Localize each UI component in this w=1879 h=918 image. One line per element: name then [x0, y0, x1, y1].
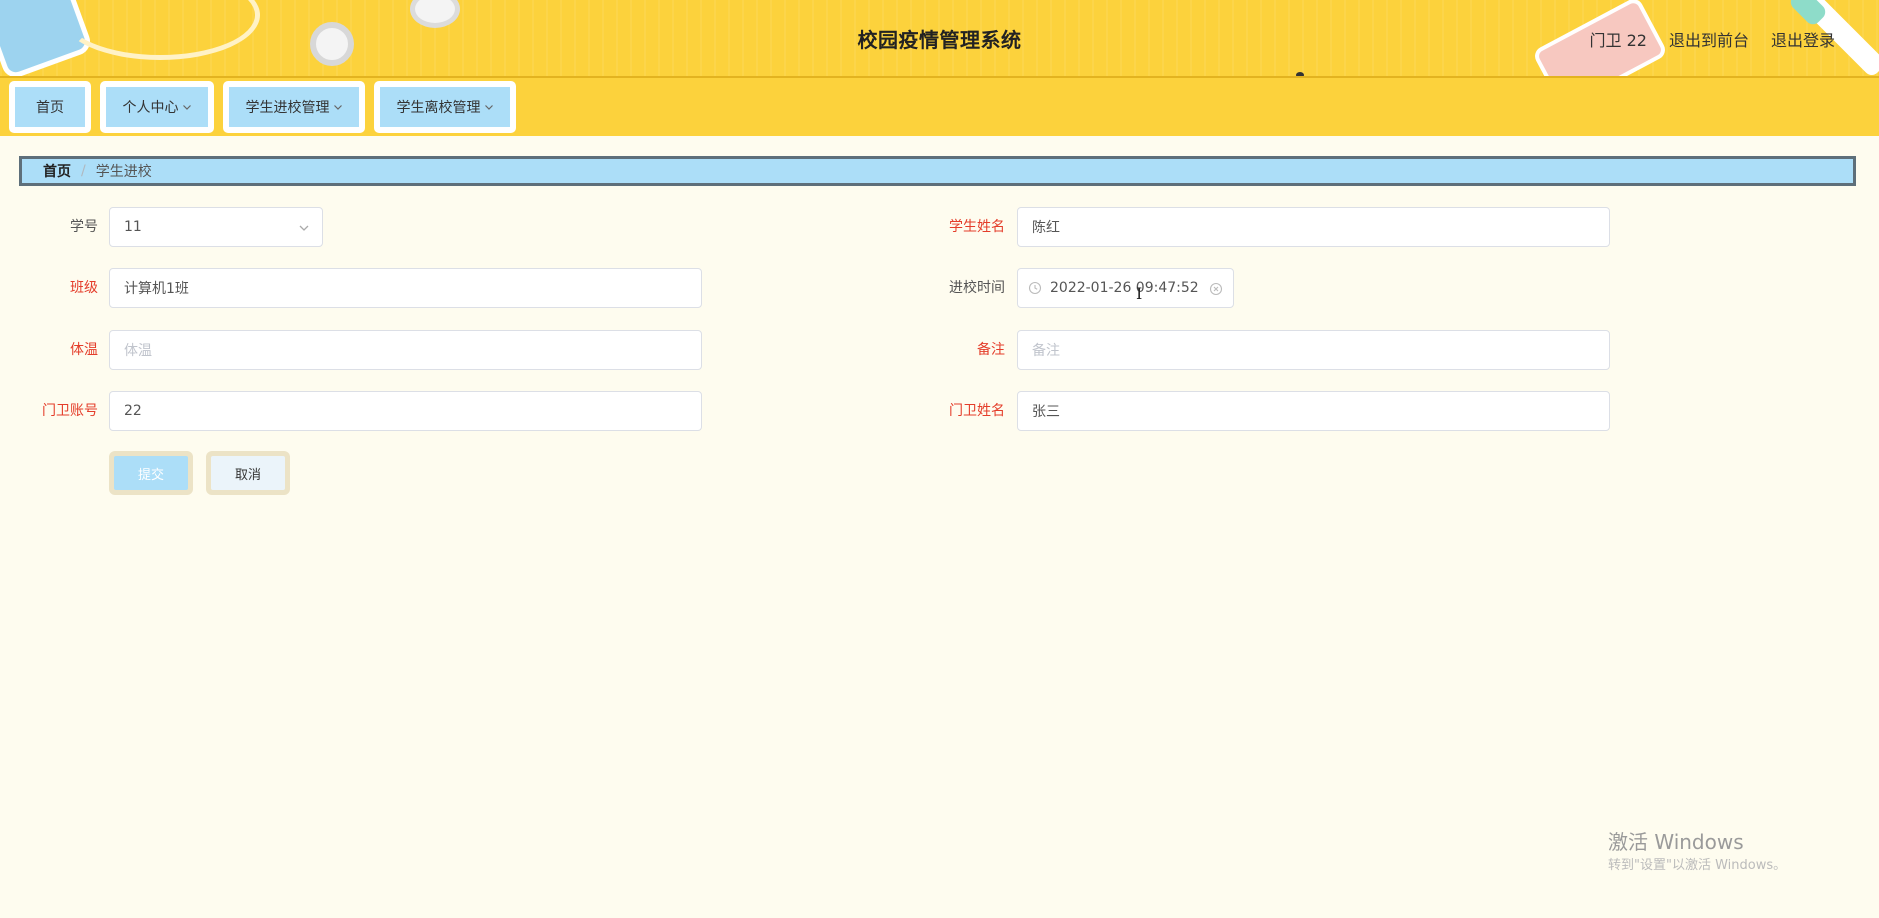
header-user-links: 门卫 22 退出到前台 退出登录 [1590, 27, 1835, 51]
temperature-label: 体温 [70, 342, 98, 358]
class-label: 班级 [70, 280, 98, 296]
main-nav: 首页 个人中心 学生进校管理 学生离校管理 [0, 78, 1879, 136]
cancel-button-wrapper: 取消 [206, 451, 290, 495]
guard-name-input[interactable]: 张三 [1017, 391, 1610, 431]
remark-label: 备注 [977, 342, 1005, 358]
nav-item-home-inner: 首页 [15, 87, 85, 127]
remark-input[interactable]: 备注 [1017, 330, 1610, 370]
cancel-button[interactable]: 取消 [211, 456, 285, 490]
temperature-input[interactable]: 体温 [109, 330, 702, 370]
nav-item-personal-center[interactable]: 个人中心 [100, 81, 214, 133]
nav-item-student-entry-management-inner: 学生进校管理 [229, 87, 359, 127]
logout-link[interactable]: 退出登录 [1771, 27, 1835, 51]
submit-button[interactable]: 提交 [114, 456, 188, 490]
nav-item-label: 个人中心 [122, 100, 179, 116]
clear-circle-icon[interactable] [1209, 282, 1223, 296]
exit-to-front-link[interactable]: 退出到前台 [1669, 27, 1749, 51]
windows-activation-watermark-title: 激活 Windows [1608, 830, 1744, 854]
guard-account-input[interactable]: 22 [109, 391, 702, 431]
nav-item-student-leave-management[interactable]: 学生离校管理 [374, 81, 516, 133]
top-header: 校园疫情管理系统 门卫 22 退出到前台 退出登录 [0, 0, 1879, 78]
chevron-down-icon [298, 222, 310, 234]
clock-icon [1028, 281, 1042, 295]
student-name-input[interactable]: 陈红 [1017, 207, 1610, 247]
breadcrumb: 首页 / 学生进校 [19, 156, 1856, 186]
guard-account-label: 门卫账号 [42, 403, 98, 419]
submit-button-wrapper: 提交 [109, 451, 193, 495]
windows-activation-watermark-subtitle: 转到"设置"以激活 Windows。 [1608, 858, 1787, 873]
nav-item-label: 学生离校管理 [396, 100, 481, 116]
entry-time-datetime-picker[interactable]: 2022-01-26 09:47:52 [1017, 268, 1234, 308]
student-id-select[interactable]: 11 [109, 207, 323, 247]
chevron-down-icon [333, 102, 343, 112]
nav-item-home[interactable]: 首页 [9, 81, 91, 133]
guard-name-value: 张三 [1032, 404, 1060, 420]
student-id-label: 学号 [70, 219, 98, 235]
current-user-label: 门卫 22 [1589, 31, 1647, 50]
entry-time-label: 进校时间 [949, 280, 1005, 296]
nav-item-label: 首页 [36, 100, 64, 116]
guard-name-label: 门卫姓名 [949, 403, 1005, 419]
chevron-down-icon [182, 102, 192, 112]
nav-item-label: 学生进校管理 [245, 100, 330, 116]
guard-account-value: 22 [124, 403, 142, 419]
entry-time-value: 2022-01-26 09:47:52 [1050, 280, 1199, 296]
remark-placeholder: 备注 [1032, 343, 1060, 359]
class-input[interactable]: 计算机1班 [109, 268, 702, 308]
nav-item-student-leave-management-inner: 学生离校管理 [380, 87, 510, 127]
temperature-placeholder: 体温 [124, 343, 152, 359]
student-id-value: 11 [124, 219, 142, 235]
breadcrumb-separator: / [81, 163, 86, 179]
nav-item-student-entry-management[interactable]: 学生进校管理 [223, 81, 365, 133]
student-name-label: 学生姓名 [949, 219, 1005, 235]
nav-item-personal-center-inner: 个人中心 [106, 87, 208, 127]
breadcrumb-current: 学生进校 [95, 164, 152, 180]
breadcrumb-home-link[interactable]: 首页 [43, 161, 71, 181]
chevron-down-icon [484, 102, 494, 112]
class-value: 计算机1班 [124, 281, 189, 297]
student-name-value: 陈红 [1032, 220, 1060, 236]
text-cursor-icon: I [1136, 284, 1143, 303]
